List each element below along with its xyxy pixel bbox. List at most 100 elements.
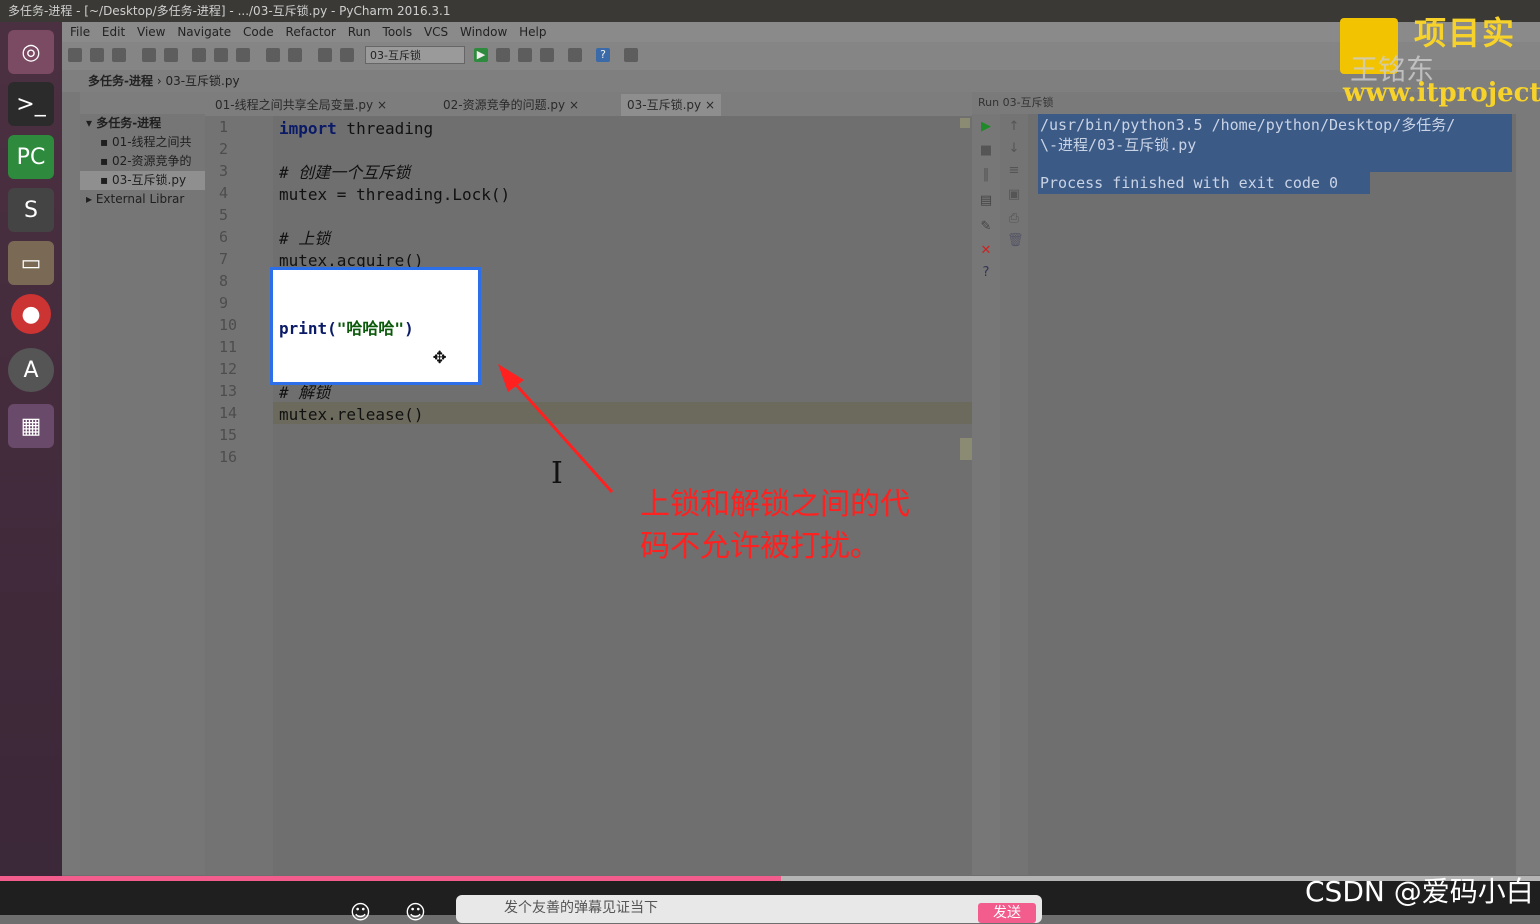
- menu-vcs[interactable]: VCS: [424, 25, 448, 39]
- tool-window-strip[interactable]: [62, 92, 81, 875]
- terminal-icon[interactable]: >_: [8, 82, 54, 126]
- project-panel-header: [80, 92, 205, 114]
- sdk-icon[interactable]: [624, 48, 638, 62]
- breadcrumb: 多任务-进程 › 03-互斥锁.py: [62, 70, 1540, 92]
- tab-03[interactable]: 03-互斥锁.py ×: [621, 94, 722, 116]
- code-line-6[interactable]: # 上锁: [279, 228, 330, 250]
- line-number: 11: [219, 338, 238, 356]
- line-number: 15: [219, 426, 238, 444]
- settings-icon[interactable]: [568, 48, 582, 62]
- forward-icon[interactable]: [340, 48, 354, 62]
- ubuntu-launcher: ◎ >_ PC S ▭ ● A ▦: [0, 22, 62, 915]
- code-line-4[interactable]: mutex = threading.Lock(): [279, 184, 510, 206]
- menu-edit[interactable]: Edit: [102, 25, 125, 39]
- save-icon[interactable]: [90, 48, 104, 62]
- help-icon[interactable]: ?: [596, 48, 610, 62]
- tab-01[interactable]: 01-线程之间共享全局变量.py ×: [209, 94, 393, 116]
- line-number: 10: [219, 316, 238, 334]
- menu-navigate[interactable]: Navigate: [177, 25, 231, 39]
- workspace-icon[interactable]: ▦: [8, 404, 54, 448]
- line-number: 7: [219, 250, 229, 268]
- line-number: 12: [219, 360, 238, 378]
- debug-icon[interactable]: [496, 48, 510, 62]
- line-number: 16: [219, 448, 238, 466]
- tree-item-file2[interactable]: ▪ 02-资源竞争的: [80, 152, 205, 171]
- line-number: 8: [219, 272, 229, 290]
- find-icon[interactable]: [266, 48, 280, 62]
- menu-refactor[interactable]: Refactor: [286, 25, 336, 39]
- run-panel-toolbar-secondary: ↑ ↓ ≡ ▣ ⎙ 🗑: [1000, 114, 1029, 875]
- software-updater-icon[interactable]: A: [8, 348, 54, 392]
- breadcrumb-file[interactable]: 03-互斥锁.py: [165, 74, 239, 88]
- run-config-select[interactable]: 03-互斥锁: [365, 46, 465, 64]
- window-title: 多任务-进程 - [~/Desktop/多任务-进程] - .../03-互斥锁…: [0, 0, 1540, 22]
- run-console[interactable]: /usr/bin/python3.5 /home/python/Desktop/…: [1028, 114, 1516, 875]
- down-arrow-icon[interactable]: ↓: [1007, 142, 1021, 156]
- coverage-icon[interactable]: [518, 48, 532, 62]
- layout-icon[interactable]: ▤: [979, 194, 993, 208]
- open-icon[interactable]: [68, 48, 82, 62]
- tab-02[interactable]: 02-资源竞争的问题.py ×: [437, 94, 585, 116]
- line-number: 4: [219, 184, 229, 202]
- pycharm-icon[interactable]: PC: [8, 135, 54, 179]
- sublime-icon[interactable]: S: [8, 188, 54, 232]
- print-icon[interactable]: ⎙: [1007, 212, 1021, 226]
- line-number: 2: [219, 140, 229, 158]
- profile-icon[interactable]: [540, 48, 554, 62]
- back-icon[interactable]: [318, 48, 332, 62]
- code-line-14[interactable]: mutex.release(): [279, 404, 424, 426]
- breadcrumb-project[interactable]: 多任务-进程: [88, 74, 153, 88]
- scroll-end-icon[interactable]: ▣: [1007, 188, 1021, 202]
- chrome-icon[interactable]: ●: [11, 294, 51, 334]
- danmu-toggle-icon[interactable]: ☺: [350, 900, 371, 924]
- code-line-13[interactable]: # 解锁: [279, 382, 330, 404]
- files-icon[interactable]: ▭: [8, 241, 54, 285]
- python-file-icon: ▪: [100, 135, 112, 149]
- text-cursor-icon: I: [551, 456, 563, 491]
- menu-code[interactable]: Code: [243, 25, 274, 39]
- line-number-gutter: 1 2 3 4 5 6 7 8 9 10 11 12 13 14 15 16: [205, 116, 274, 875]
- tree-item-file1[interactable]: ▪ 01-线程之间共: [80, 133, 205, 152]
- menu-view[interactable]: View: [137, 25, 165, 39]
- stop-icon[interactable]: ■: [979, 144, 993, 158]
- right-tool-strip[interactable]: [1516, 114, 1540, 875]
- wrap-icon[interactable]: ≡: [1007, 164, 1021, 178]
- run-icon[interactable]: ▶: [474, 48, 488, 62]
- editor-tabs: 01-线程之间共享全局变量.py × 02-资源竞争的问题.py × 03-互斥…: [205, 92, 972, 117]
- tree-item-root[interactable]: ▾ 多任务-进程: [80, 114, 205, 133]
- menu-help[interactable]: Help: [519, 25, 546, 39]
- undo-icon[interactable]: [142, 48, 156, 62]
- danmu-input[interactable]: 发个友善的弹幕见证当下: [456, 895, 1042, 923]
- close-run-icon[interactable]: ✕: [979, 244, 993, 258]
- library-icon: ▸: [86, 192, 96, 206]
- editor-scroll-marker[interactable]: [960, 438, 972, 460]
- redo-icon[interactable]: [164, 48, 178, 62]
- up-arrow-icon[interactable]: ↑: [1007, 120, 1021, 134]
- menu-run[interactable]: Run: [348, 25, 371, 39]
- menu-tools[interactable]: Tools: [383, 25, 413, 39]
- pin-icon[interactable]: ✎: [979, 220, 993, 234]
- move-cursor-icon: ✥: [433, 344, 447, 369]
- send-button[interactable]: 发送: [978, 903, 1036, 923]
- console-line: Process finished with exit code 0: [1040, 174, 1339, 192]
- selection-box[interactable]: print("哈哈哈") ✥: [270, 267, 481, 385]
- menu-window[interactable]: Window: [460, 25, 507, 39]
- danmu-settings-icon[interactable]: ☺: [405, 900, 426, 924]
- code-line-3[interactable]: # 创建一个互斥锁: [279, 162, 410, 184]
- cut-icon[interactable]: [192, 48, 206, 62]
- paste-icon[interactable]: [236, 48, 250, 62]
- tree-item-file3[interactable]: ▪ 03-互斥锁.py: [80, 171, 205, 190]
- project-panel: ▾ 多任务-进程 ▪ 01-线程之间共 ▪ 02-资源竞争的 ▪ 03-互斥锁.…: [80, 92, 206, 875]
- copy-icon[interactable]: [214, 48, 228, 62]
- replace-icon[interactable]: [288, 48, 302, 62]
- pause-icon[interactable]: ‖: [979, 168, 993, 182]
- sync-icon[interactable]: [112, 48, 126, 62]
- rerun-icon[interactable]: ▶: [979, 120, 993, 134]
- ubuntu-home-icon[interactable]: ◎: [8, 30, 54, 74]
- code-line-1[interactable]: import threading: [279, 118, 433, 140]
- trash-icon[interactable]: 🗑: [1007, 234, 1024, 248]
- menu-file[interactable]: File: [70, 25, 90, 39]
- watermark-url: www.itproject: [1343, 78, 1540, 108]
- run-help-icon[interactable]: ?: [979, 266, 993, 280]
- tree-item-external-libraries[interactable]: ▸ External Librar: [80, 190, 205, 209]
